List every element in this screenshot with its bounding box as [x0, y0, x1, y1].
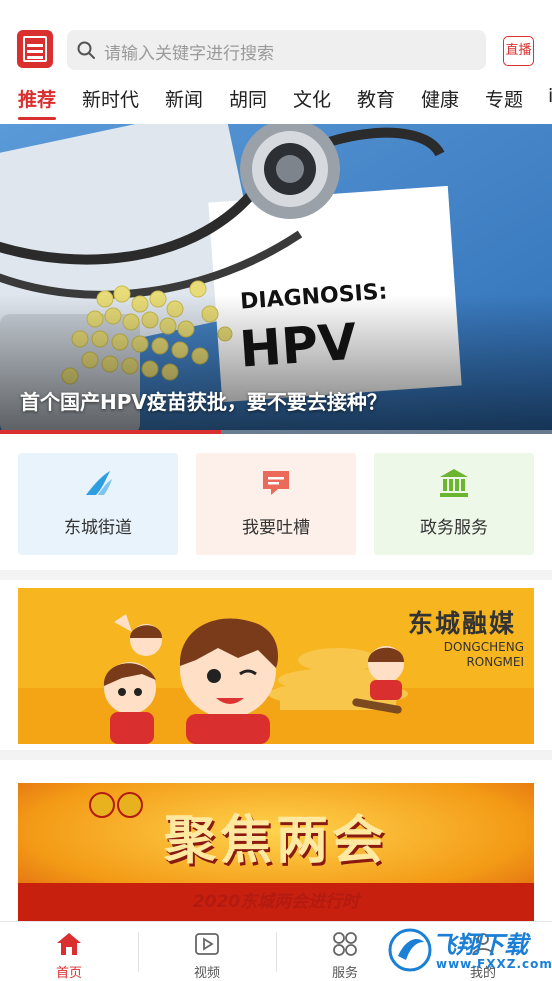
rongmei-title: 东城融媒: [408, 609, 517, 638]
wave-icon: [86, 471, 112, 495]
entry-government-services[interactable]: 政务服务: [374, 453, 534, 555]
tab-news[interactable]: 新闻: [165, 85, 203, 112]
nav-video[interactable]: 视频: [138, 922, 276, 981]
section-divider: [0, 570, 552, 580]
card-text-hpv: HPV: [238, 313, 359, 379]
top-header: 请输入关键字进行搜索 直播: [0, 0, 552, 78]
carousel-progress: [0, 430, 552, 434]
lianghui-title: 聚焦两会: [163, 810, 388, 871]
chat-bubble-icon: [263, 471, 289, 495]
carousel-progress-fill: [0, 430, 221, 434]
home-icon: [57, 933, 81, 955]
nav-label: 视频: [193, 966, 220, 981]
watermark-logo-icon: [388, 928, 432, 972]
tab-culture[interactable]: 文化: [293, 85, 331, 112]
live-button[interactable]: 直播: [503, 36, 534, 66]
entry-label: 政务服务: [420, 518, 488, 538]
tab-topics[interactable]: 专题: [485, 85, 523, 112]
tab-health[interactable]: 健康: [421, 85, 459, 112]
logo-stroke: [27, 50, 43, 53]
section-divider: [0, 750, 552, 760]
lianghui-subtitle: 2020东城两会进行时: [192, 892, 360, 912]
nav-home[interactable]: 首页: [0, 922, 138, 981]
grid-icon: [333, 932, 357, 956]
government-building-icon: [440, 469, 468, 497]
video-play-icon: [195, 933, 219, 955]
hero-banner[interactable]: DIAGNOSIS: HPV 首个国产HPV疫苗获批，要不要去接种？: [0, 124, 552, 434]
search-placeholder: 请输入关键字进行搜索: [104, 44, 274, 64]
rongmei-subtitle: DONGCHENG RONGMEI: [434, 640, 524, 670]
logo-stroke: [27, 44, 43, 47]
search-input[interactable]: 请输入关键字进行搜索: [67, 30, 486, 70]
rongmei-subtitle-line1: DONGCHENG: [443, 640, 524, 654]
channel-tabs: 推荐 新时代 新闻 胡同 文化 教育 健康 专题 i: [0, 80, 552, 122]
active-tab-indicator: [18, 117, 56, 120]
watermark-url: www.FXXZ.com: [436, 957, 552, 971]
watermark-text: 飞翔下载: [432, 931, 528, 959]
tab-recommend[interactable]: 推荐: [18, 85, 56, 112]
watermark: 飞翔下载 www.FXXZ.com: [386, 922, 552, 978]
nav-label: 首页: [55, 966, 82, 981]
tab-hutong[interactable]: 胡同: [229, 85, 267, 112]
entry-label: 东城街道: [64, 518, 132, 538]
tab-more-truncated[interactable]: i: [548, 85, 552, 107]
tab-new-era[interactable]: 新时代: [82, 85, 139, 112]
search-icon: [77, 41, 95, 59]
entry-complaint[interactable]: 我要吐槽: [196, 453, 356, 555]
app-logo[interactable]: [17, 30, 53, 68]
banner-headline[interactable]: 首个国产HPV疫苗获批，要不要去接种？: [20, 386, 387, 415]
entry-label: 我要吐槽: [242, 518, 310, 538]
entry-dongcheng-streets[interactable]: 东城街道: [18, 453, 178, 555]
rongmei-subtitle-line2: RONGMEI: [466, 655, 524, 669]
ad-dongcheng-rongmei[interactable]: 东城融媒 DONGCHENG RONGMEI: [18, 588, 534, 744]
ad-lianghui[interactable]: 聚焦两会 2020东城两会进行时: [18, 783, 534, 921]
logo-stroke: [27, 56, 43, 59]
tab-education[interactable]: 教育: [357, 85, 395, 112]
